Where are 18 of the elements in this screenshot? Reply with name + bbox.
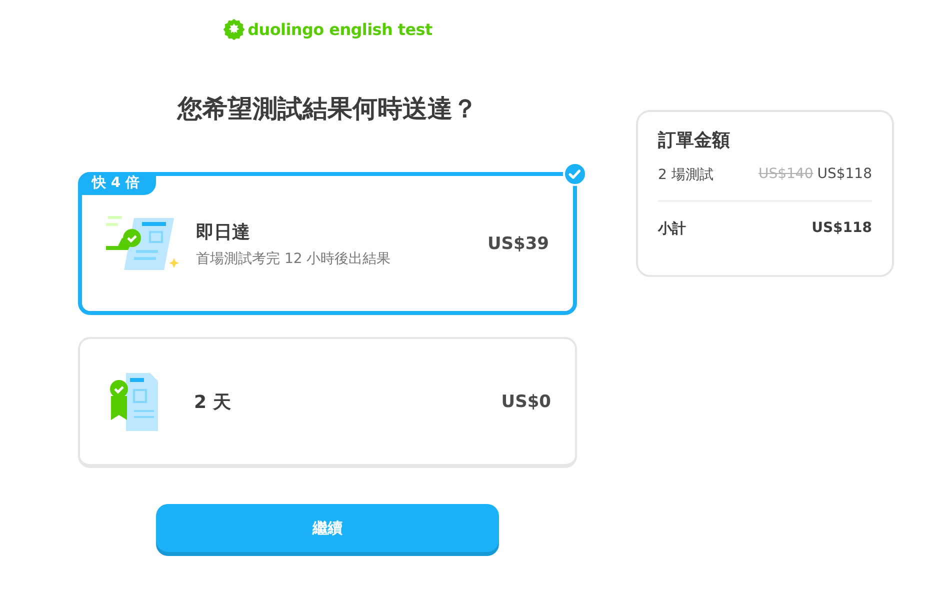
option-description: 首場測試考完 12 小時後出結果 xyxy=(196,250,392,268)
discounted-price: US$118 xyxy=(817,166,872,184)
delivery-option[interactable]: 快 4 倍 即日達 首場測試考完 12 小時後出結果 US$39 xyxy=(78,172,577,315)
option-title: 2 天 xyxy=(194,390,232,414)
logo-text: duolingo english test xyxy=(248,20,432,38)
original-price: US$140 xyxy=(758,166,814,184)
subtotal-price: US$118 xyxy=(812,220,872,238)
question-heading: 您希望測試結果何時送達？ xyxy=(178,93,478,125)
option-price: US$39 xyxy=(487,234,549,254)
delivery-option[interactable]: 2 天 US$0 xyxy=(78,337,577,468)
option-price: US$0 xyxy=(501,392,551,412)
option-title: 即日達 xyxy=(196,220,251,244)
speed-badge: 快 4 倍 xyxy=(78,172,156,195)
order-title: 訂單金額 xyxy=(658,129,731,152)
check-icon xyxy=(563,162,587,186)
line-label: 2 場測試 xyxy=(658,166,714,184)
subtotal-label: 小計 xyxy=(658,220,686,238)
logo-icon xyxy=(222,18,245,40)
